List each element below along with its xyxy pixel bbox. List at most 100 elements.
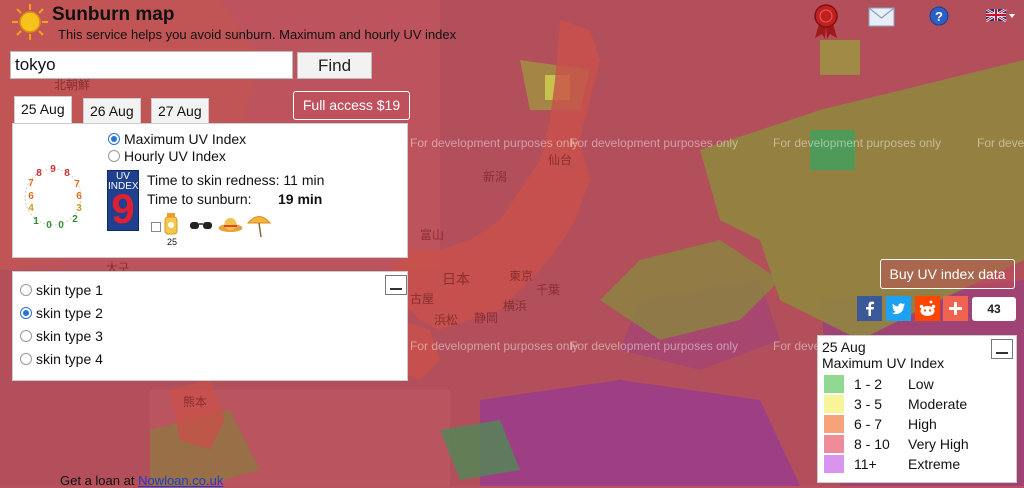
- map-label: 富山: [420, 228, 445, 242]
- clock-number: 2: [72, 214, 78, 225]
- facebook-share-icon[interactable]: [857, 296, 882, 321]
- legend-swatch: [824, 455, 844, 473]
- map-label: 仙台: [548, 153, 573, 167]
- option-label: skin type 1: [36, 282, 103, 298]
- legend-range: 3 - 5: [854, 396, 883, 412]
- minimize-button[interactable]: [385, 275, 407, 295]
- legend-range: 8 - 10: [854, 436, 890, 452]
- map-watermark: For development purposes only: [977, 136, 1024, 150]
- clock-number: 3: [76, 203, 82, 214]
- clock-number: 7: [74, 179, 80, 190]
- map-label: 東京: [509, 269, 534, 283]
- legend-swatch: [824, 395, 844, 413]
- skin-type-2-option[interactable]: skin type 2: [20, 305, 103, 321]
- option-label: Maximum UV Index: [124, 131, 247, 147]
- map-label: 浜松: [434, 313, 459, 327]
- map-label: 古屋: [410, 292, 435, 306]
- radio-unchecked[interactable]: [20, 353, 32, 365]
- radio-unchecked[interactable]: [108, 150, 120, 162]
- legend-row-moderate: 3 - 5 Moderate: [824, 394, 967, 414]
- skin-type-1-option[interactable]: skin type 1: [20, 282, 103, 298]
- uk-flag-language-icon[interactable]: [986, 9, 1016, 23]
- map-label: 日本: [442, 271, 470, 287]
- tab-day-3[interactable]: 27 Aug: [151, 98, 209, 124]
- hourly-uv-index-option[interactable]: Hourly UV Index: [108, 148, 226, 164]
- map-watermark: For development purposes only: [570, 136, 739, 150]
- skin-type-4-option[interactable]: skin type 4: [20, 351, 103, 367]
- uv-legend-panel: 25 Aug Maximum UV Index 1 - 2 Low 3 - 5 …: [817, 335, 1017, 483]
- tab-day-2[interactable]: 26 Aug: [83, 98, 141, 124]
- skin-type-panel: skin type 1 skin type 2 skin type 3 skin…: [12, 271, 408, 381]
- skin-redness-time: Time to skin redness: 11 min: [147, 172, 325, 188]
- legend-row-extreme: 11+ Extreme: [824, 454, 960, 474]
- skin-type-3-option[interactable]: skin type 3: [20, 328, 103, 344]
- option-label: Hourly UV Index: [124, 148, 226, 164]
- clock-number: 0: [46, 220, 52, 231]
- sunglasses-icon: [190, 222, 212, 229]
- map-watermark: For development purposes only: [570, 339, 739, 353]
- sunscreen-checkbox[interactable]: [151, 222, 161, 232]
- sunburn-time-value: 19 min: [278, 191, 323, 207]
- map-watermark: For development purposes only: [773, 136, 942, 150]
- clock-number: 6: [76, 191, 82, 202]
- sun-hat-icon: [218, 218, 243, 232]
- legend-swatch: [824, 415, 844, 433]
- uv-info-panel: 9 8 8 7 7 6 6 4 3 2 1 0 0 Maximum UV Ind…: [12, 123, 408, 258]
- full-access-button[interactable]: Full access $19: [293, 91, 410, 120]
- radio-checked[interactable]: [108, 133, 120, 145]
- beach-umbrella-icon: [247, 216, 271, 238]
- legend-label: Extreme: [908, 456, 961, 472]
- twitter-share-icon[interactable]: [886, 296, 911, 321]
- legend-label: Low: [908, 376, 934, 392]
- radio-unchecked[interactable]: [20, 284, 32, 296]
- option-label: skin type 4: [36, 351, 103, 367]
- sun-logo-icon: [12, 4, 48, 40]
- legend-label: High: [908, 416, 937, 432]
- award-ribbon-icon[interactable]: [811, 2, 841, 40]
- uv-index-value: 9: [111, 185, 135, 232]
- spf-value: 25: [167, 237, 178, 247]
- legend-date: 25 Aug: [822, 339, 866, 355]
- legend-range: 1 - 2: [854, 376, 883, 392]
- legend-title: Maximum UV Index: [822, 355, 945, 371]
- tab-day-1[interactable]: 25 Aug: [14, 96, 72, 124]
- mail-icon[interactable]: [868, 7, 895, 27]
- map-label: 静岡: [474, 311, 499, 325]
- share-count: 43: [972, 297, 1016, 321]
- option-label: skin type 3: [36, 328, 103, 344]
- radio-checked[interactable]: [20, 307, 32, 319]
- map-label: 新潟: [483, 170, 508, 184]
- uv-index-badge: UV INDEX 9: [107, 170, 139, 231]
- help-icon[interactable]: ?: [929, 6, 949, 26]
- sunscreen-icon: [164, 213, 178, 235]
- legend-label: Moderate: [908, 396, 968, 412]
- sunburn-time-label: Time to sunburn:: [147, 191, 252, 207]
- option-label: skin type 2: [36, 305, 103, 321]
- minimize-button[interactable]: [991, 339, 1013, 359]
- map-label: 千葉: [536, 283, 561, 297]
- map-watermark: For development purposes only: [410, 339, 579, 353]
- legend-range: 11+: [854, 456, 877, 472]
- clock-number: 9: [50, 164, 56, 175]
- legend-swatch: [824, 375, 844, 393]
- more-share-icon[interactable]: [943, 296, 968, 321]
- find-button[interactable]: Find: [297, 52, 372, 79]
- map-watermark: For development purposes only: [410, 136, 579, 150]
- buy-uv-data-button[interactable]: Buy UV index data: [880, 259, 1015, 289]
- location-search-input[interactable]: [10, 51, 293, 79]
- legend-row-high: 6 - 7 High: [824, 414, 937, 434]
- reddit-share-icon[interactable]: [915, 296, 940, 321]
- clock-number: 6: [28, 191, 34, 202]
- clock-number: 4: [28, 203, 34, 214]
- legend-label: Very High: [908, 436, 969, 452]
- hourly-clock-icon: 9 8 8 7 7 6 6 4 3 2 1 0 0: [24, 164, 82, 231]
- max-uv-index-option[interactable]: Maximum UV Index: [108, 131, 246, 147]
- svg-text:?: ?: [935, 9, 943, 24]
- map-label: 横浜: [503, 299, 528, 313]
- legend-swatch: [824, 435, 844, 453]
- app-subtitle: This service helps you avoid sunburn. Ma…: [58, 27, 457, 42]
- clock-number: 8: [36, 168, 42, 179]
- legend-row-low: 1 - 2 Low: [824, 374, 934, 394]
- radio-unchecked[interactable]: [20, 330, 32, 342]
- map-label: 熊本: [183, 395, 208, 409]
